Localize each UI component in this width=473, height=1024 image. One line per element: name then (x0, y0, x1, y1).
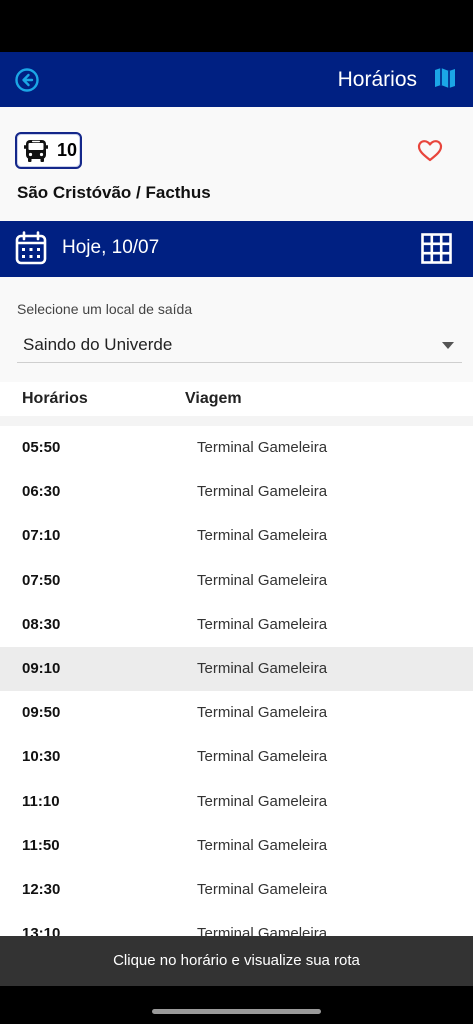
row-time: 07:10 (22, 527, 61, 545)
row-destination: Terminal Gameleira (197, 704, 328, 722)
schedule-list[interactable]: 05:50 Terminal Gameleira 06:30 Terminal Ga… (0, 416, 473, 936)
table-row[interactable]: 12:30 Terminal Gameleira (0, 867, 473, 913)
row-destination: Terminal Gameleira (197, 483, 328, 501)
row-time: 11:50 (22, 836, 60, 854)
table-row[interactable]: 07:50 Terminal Gameleira (0, 558, 473, 603)
line-name: São Cristóvão / Facthus (17, 183, 211, 202)
column-header-trip: Viagem (185, 390, 242, 407)
row-time: 09:50 (22, 704, 61, 722)
row-destination: Terminal Gameleira (197, 880, 328, 898)
arrow-left-circle-icon (15, 68, 39, 92)
row-destination: Terminal Gameleira (197, 439, 328, 456)
home-indicator[interactable] (152, 1009, 321, 1014)
row-destination: Terminal Gameleira (197, 615, 328, 633)
bus-icon (24, 139, 48, 162)
row-destination: Terminal Gameleira (197, 925, 328, 936)
map-icon (435, 68, 455, 88)
row-destination: Terminal Gameleira (197, 659, 328, 677)
system-nav-bar (0, 986, 473, 1024)
row-time: 09:10 (22, 659, 61, 677)
origin-select[interactable]: Saindo do Univerde (17, 329, 462, 363)
row-time: 05:50 (22, 439, 61, 456)
table-row[interactable]: 08:30 Terminal Gameleira (0, 602, 473, 647)
table-row[interactable]: 09:50 Terminal Gameleira (0, 691, 473, 736)
row-time: 06:30 (22, 483, 61, 501)
row-destination: Terminal Gameleira (197, 792, 328, 810)
table-row[interactable]: 11:10 Terminal Gameleira (0, 779, 473, 824)
row-destination: Terminal Gameleira (197, 748, 328, 766)
origin-label: Selecione um local de saída (17, 301, 193, 317)
calendar-icon (15, 231, 47, 265)
row-destination: Terminal Gameleira (197, 571, 328, 589)
line-badge: 10 (15, 132, 82, 169)
calendar-button[interactable] (15, 231, 47, 265)
map-button[interactable] (433, 66, 459, 92)
table-row-highlighted[interactable]: 09:10 Terminal Gameleira (0, 646, 473, 692)
date-bar: Hoje, 10/07 (0, 221, 473, 277)
table-header: Horários Viagem (0, 382, 473, 416)
status-bar (0, 0, 473, 52)
table-row[interactable]: 10:30 Terminal Gameleira (0, 735, 473, 780)
row-time: 08:30 (22, 615, 61, 633)
back-button[interactable] (12, 65, 42, 95)
list-divider (0, 416, 473, 426)
date-label[interactable]: Hoje, 10/07 (62, 237, 159, 259)
table-row[interactable]: 06:30 Terminal Gameleira (0, 470, 473, 515)
row-destination: Terminal Gameleira (197, 836, 328, 854)
heart-outline-icon (417, 140, 443, 162)
screen: Horários 10 São Cristóvão / Facthus Hoje… (0, 0, 473, 1024)
line-number: 10 (57, 140, 78, 160)
row-time: 11:10 (22, 792, 60, 810)
row-time: 10:30 (22, 748, 61, 766)
page-title: Horários (337, 68, 417, 91)
app-bar: Horários (0, 52, 473, 107)
snackbar: Clique no horário e visualize sua rota (0, 936, 473, 986)
origin-section: Selecione um local de saída Saindo do Un… (0, 277, 473, 382)
favorite-button[interactable] (417, 139, 443, 163)
table-row[interactable]: 11:50 Terminal Gameleira (0, 823, 473, 868)
grid-icon (421, 233, 452, 264)
row-time: 07:50 (22, 571, 61, 589)
caret-down-icon (442, 342, 454, 349)
line-card: 10 São Cristóvão / Facthus (0, 107, 473, 221)
row-time: 13:10 (22, 925, 61, 936)
origin-selected-value: Saindo do Univerde (23, 335, 173, 354)
table-row[interactable]: 05:50 Terminal Gameleira (0, 426, 473, 471)
row-time: 12:30 (22, 880, 61, 898)
table-row[interactable]: 07:10 Terminal Gameleira (0, 514, 473, 559)
snackbar-text: Clique no horário e visualize sua rota (113, 952, 360, 969)
column-header-time: Horários (22, 390, 88, 407)
table-row[interactable]: 13:10 Terminal Gameleira (0, 912, 473, 936)
row-destination: Terminal Gameleira (197, 527, 328, 545)
grid-view-button[interactable] (421, 233, 452, 264)
